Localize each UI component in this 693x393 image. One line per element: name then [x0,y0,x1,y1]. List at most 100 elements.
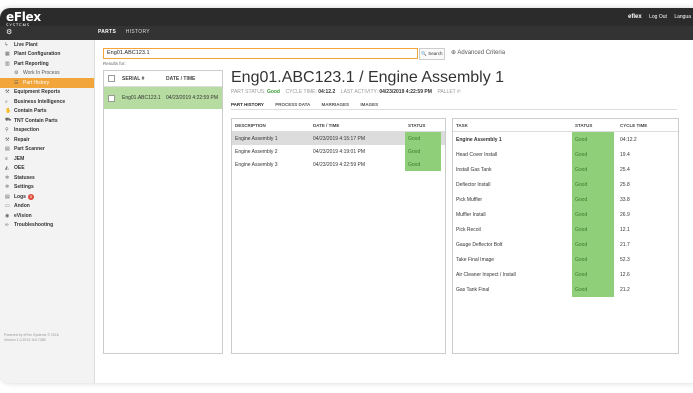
lightning-icon: ϟ [5,41,8,48]
sidebar-item-part-scanner[interactable]: ▤ Part Scanner [0,145,94,155]
bars-icon: ≡ [5,155,8,162]
sidebar-item-work-in-process[interactable]: ⚙ Work In Process [0,69,94,79]
language-link[interactable]: Langua [674,14,691,20]
table-row[interactable]: Install Gas Tank Good 25.4 [453,162,678,177]
table-row[interactable]: Engine Assembly 3 04/23/2019 4:22:59 PM Go… [232,158,445,171]
search-button-label: Search [428,51,443,56]
sidebar-item-troubleshooting[interactable]: ∞ Troubleshooting [0,221,94,231]
sidebar-footer: Powered by eFlex Systems © 2016 Version … [4,333,59,343]
sidebar-item-logs[interactable]: ▤ Logs 5 [0,192,94,202]
status-header: STATUS [408,122,426,128]
sidebar-item-part-history[interactable]: ☰ Part History [0,78,94,88]
tab-history[interactable]: HISTORY [126,29,150,35]
date-cell: 04/23/2019 4:22:59 PM [313,161,365,168]
sidebar-item-repair[interactable]: ⚒ Repair [0,135,94,145]
sidebar-item-live-plant[interactable]: ϟ Live Plant [0,40,94,50]
sidebar-item-label: Part Reporting [14,60,49,67]
sidebar-item-inspection[interactable]: ⚲ Inspection [0,126,94,136]
chart-icon: ◭ [5,165,9,172]
browser-frame: eFlex SYSTEMS eflex Log Out Langua ⚙ PAR… [0,0,693,393]
status-cell: Good [572,162,614,177]
sidebar-item-oee[interactable]: ◭ OEE [0,164,94,174]
gears-icon: ⚙ [14,70,19,77]
table-row[interactable]: Engine Assembly 1 04/23/2019 4:15:17 PM Go… [232,132,445,145]
sidebar-item-label: Equipment Reports [14,89,61,96]
table-row[interactable]: Muffler Install Good 26.9 [453,207,678,222]
sidebar-item-label: Plant Configuration [14,51,61,58]
tab-marriages[interactable]: MARRIAGES [322,102,350,107]
sidebar-item-part-reporting[interactable]: ▥ Part Reporting [0,59,94,69]
sidebar-item-jem[interactable]: ≡ JEM [0,154,94,164]
sidebar-item-plant-configuration[interactable]: ▦ Plant Configuration [0,50,94,60]
sidebar-item-label: Inspection [14,127,40,134]
serial-list-panel: SERIAL # DATE / TIME Eng01.ABC123.1 04/2… [103,70,223,354]
serial-row[interactable]: Eng01.ABC123.1 04/23/2019 4:22:59 PM [104,87,222,109]
sidebar-item-equipment-reports[interactable]: ⚒ Equipment Reports [0,88,94,98]
top-tabs: PARTS HISTORY [98,29,158,35]
sidebar-item-label: Live Plant [14,41,38,48]
task-cell: Gauge Deflector Bolt [456,241,503,248]
sidebar-item-label: Repair [14,136,30,143]
task-cell: Pick Recoil [456,226,481,233]
cycle-time-cell: 19.4 [620,151,630,158]
hammer-icon: ⚒ [5,136,10,143]
table-row[interactable]: Pick Muffler Good 33.8 [453,192,678,207]
status-cell: Good [572,237,614,252]
table-row[interactable]: Pick Recoil Good 12.1 [453,222,678,237]
sidebar-item-andon[interactable]: ▭ Andon [0,202,94,212]
status-cell: Good [572,222,614,237]
task-table-body: Engine Assembly 1 Good 04:12.2 Head Cover I… [453,132,678,297]
table-row[interactable]: Gas Tank Final Good 21.2 [453,282,678,297]
sidebar-item-contain-parts[interactable]: ✋ Contain Parts [0,107,94,117]
history-table-body: Engine Assembly 1 04/23/2019 4:15:17 PM Go… [232,132,445,171]
status-cell: Good [405,132,441,145]
tab-parts[interactable]: PARTS [98,29,116,35]
sidebar-item-label: Contain Parts [14,108,47,115]
logout-link[interactable]: Log Out [649,14,667,20]
task-cell: Head Cover Install [456,151,498,158]
plus-circle-icon: ⊕ [451,50,457,56]
app-window: eFlex SYSTEMS eflex Log Out Langua ⚙ PAR… [0,8,693,383]
description-header: DESCRIPTION [235,122,266,128]
sidebar-item-label: Statuses [14,174,35,181]
cycle-time-cell: 26.9 [620,211,630,218]
gear-icon[interactable]: ⚙ [6,28,12,36]
task-table-header: TASK STATUS CYCLE TIME [453,119,678,132]
last-activity-label: LAST ACTIVITY: [340,89,378,95]
table-row[interactable]: Head Cover Install Good 19.4 [453,147,678,162]
table-row[interactable]: Take Final Image Good 52.3 [453,252,678,267]
sidebar-item-business-intelligence[interactable]: ⌕ Business Intelligence [0,97,94,107]
cycle-time-cell: 21.7 [620,241,630,248]
part-status-value: Good [266,89,280,95]
sidebar-item-settings[interactable]: ✲ Settings [0,183,94,193]
page-title: Eng01.ABC123.1 / Engine Assembly 1 [231,69,505,86]
sidebar-item-statuses[interactable]: ✲ Statuses [0,173,94,183]
cycle-time-cell: 21.2 [620,286,630,293]
search-input[interactable]: Eng01.ABC123.1 [103,48,418,59]
advanced-criteria-link[interactable]: ⊕ Advanced Criteria [451,49,505,56]
table-row[interactable]: Engine Assembly 2 04/23/2019 4:19:01 PM Go… [232,145,445,158]
status-cell: Good [572,192,614,207]
tab-process-data[interactable]: PROCESS DATA [275,102,310,107]
table-row[interactable]: Air Cleaner Inspect / Install Good 12.6 [453,267,678,282]
row-checkbox[interactable] [108,94,115,102]
task-table: TASK STATUS CYCLE TIME Engine Assembly 1… [452,118,679,354]
table-row[interactable]: Gauge Deflector Bolt Good 21.7 [453,237,678,252]
table-row[interactable]: Engine Assembly 1 Good 04:12.2 [453,132,678,147]
date-cell: 04/23/2019 4:15:17 PM [313,135,365,142]
sidebar-item-tnt-contain-parts[interactable]: ⛟ TNT Contain Parts [0,116,94,126]
sidebar-item-evision[interactable]: ◉ eVision [0,211,94,221]
sidebar-item-label: JEM [14,155,25,162]
logo-main: eFlex [6,10,41,24]
sidebar: ϟ Live Plant ▦ Plant Configuration ▥ Part Rep… [0,40,95,383]
table-row[interactable]: Deflector Install Good 25.8 [453,177,678,192]
cycle-time-cell: 25.4 [620,166,630,173]
sidebar-item-label: Business Intelligence [14,98,66,105]
history-table-header: DESCRIPTION DATE / TIME STATUS [232,119,445,132]
tab-images[interactable]: IMAGES [360,102,378,107]
select-all-checkbox[interactable] [108,75,115,82]
username: eflex [628,14,642,20]
sidebar-item-label: Logs [14,193,26,200]
search-button[interactable]: 🔍 Search [419,48,445,60]
search-icon: 🔍 [421,51,428,56]
